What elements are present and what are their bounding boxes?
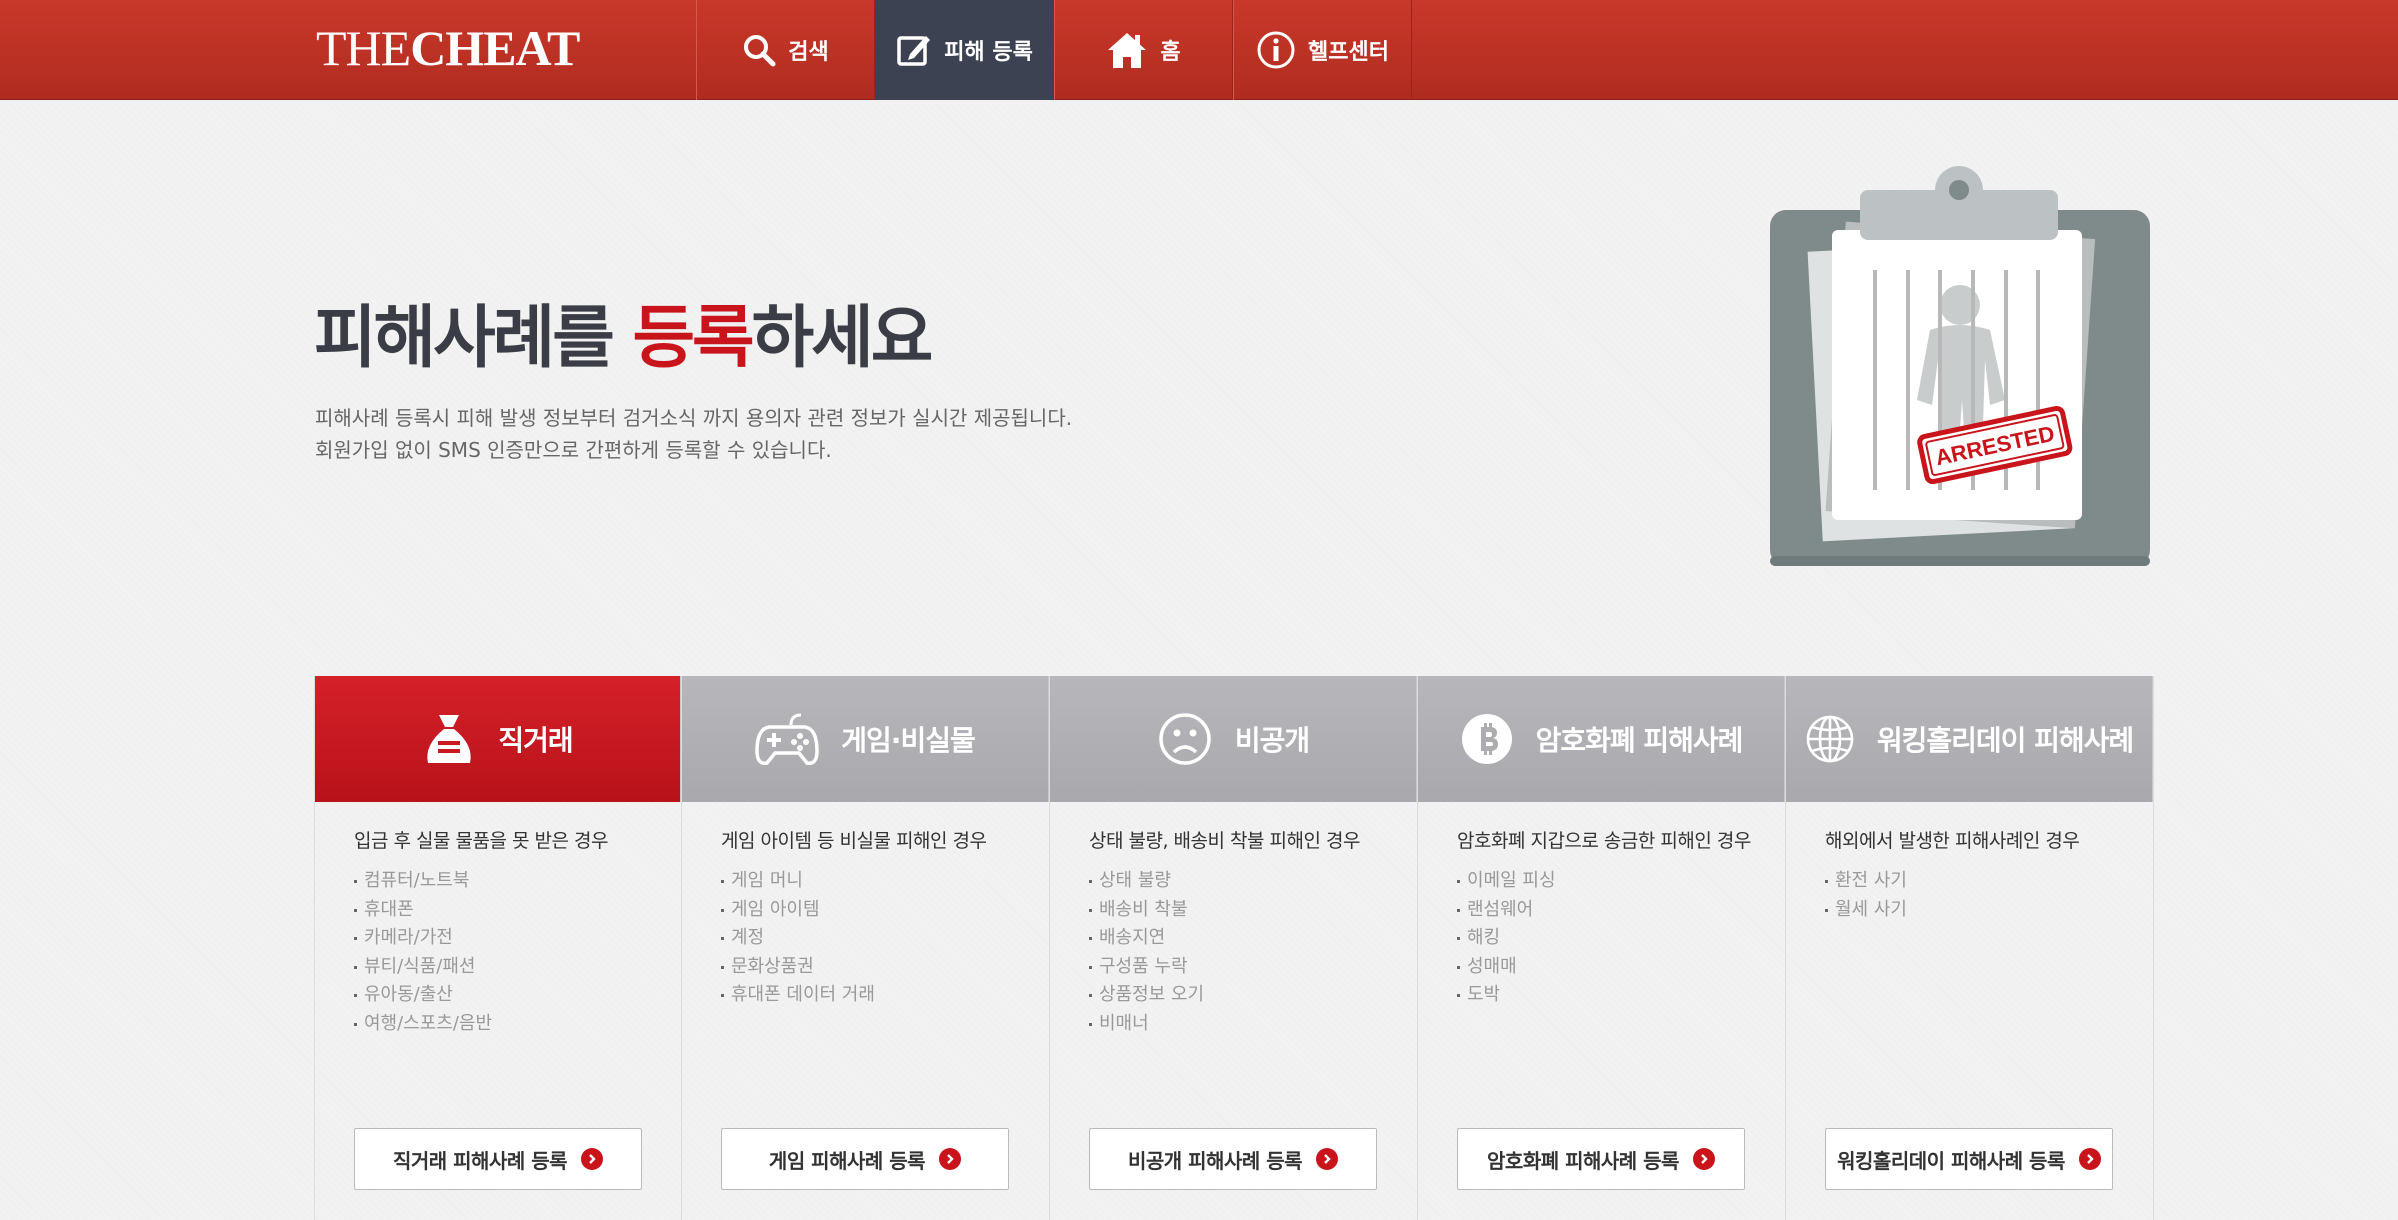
category-tab-working-holiday[interactable]: 워킹홀리데이 피해사례 [1786, 676, 2153, 802]
arrow-right-icon [581, 1148, 604, 1170]
category-subtitle: 입금 후 실물 물품을 못 받은 경우 [354, 830, 608, 852]
nav-home-label: 홈 [1160, 40, 1181, 65]
list-item: 월세 사기 [1825, 896, 2123, 925]
edit-icon [897, 36, 931, 66]
category-subtitle: 해외에서 발생한 피해사례인 경우 [1825, 830, 2080, 852]
list-item: 휴대폰 데이터 거래 [721, 981, 1019, 1010]
register-button-label: 게임 피해사례 등록 [768, 1148, 926, 1173]
damage-category-panels: 직거래 입금 후 실물 물품을 못 받은 경우 컴퓨터/노트북 휴대폰 카메라/… [314, 676, 2154, 1220]
register-button-label: 비공개 피해사례 등록 [1127, 1148, 1303, 1173]
info-icon [1257, 31, 1295, 69]
category-crypto: 암호화폐 피해사례 암호화폐 지갑으로 송금한 피해인 경우 이메일 피싱 랜섬… [1418, 676, 1786, 1220]
list-item: 문화상품권 [721, 953, 1019, 982]
category-subtitle: 게임 아이템 등 비실물 피해인 경우 [721, 830, 987, 852]
category-private: 비공개 상태 불량, 배송비 착불 피해인 경우 상태 불량 배송비 착불 배송… [1050, 676, 1418, 1220]
category-title: 비공개 [1234, 724, 1310, 757]
home-icon [1108, 33, 1147, 68]
gamepad-icon [755, 713, 820, 765]
nav-search[interactable]: 검색 [696, 0, 875, 100]
money-bag-icon [427, 715, 472, 763]
top-navigation-bar: THECHEAT 검색 피해 등록 홈 헬프센터 [0, 0, 2398, 100]
list-item: 컴퓨터/노트북 [354, 867, 651, 896]
category-item-list: 환전 사기 월세 사기 [1825, 867, 2123, 924]
arrow-right-icon [1692, 1148, 1715, 1170]
page-title: 피해사례를 등록하세요 [314, 282, 934, 381]
arrow-right-icon [2078, 1148, 2101, 1170]
list-item: 휴대폰 [354, 896, 651, 925]
register-button-label: 워킹홀리데이 피해사례 등록 [1837, 1148, 2065, 1173]
category-subtitle: 상태 불량, 배송비 착불 피해인 경우 [1089, 830, 1360, 852]
list-item: 상품정보 오기 [1089, 981, 1387, 1010]
register-working-holiday-button[interactable]: 워킹홀리데이 피해사례 등록 [1825, 1128, 2113, 1190]
description-line-2: 회원가입 없이 SMS 인증만으로 간편하게 등록할 수 있습니다. [315, 438, 832, 462]
list-item: 배송비 착불 [1089, 896, 1387, 925]
crypto-coin-icon [1461, 714, 1512, 764]
list-item: 이메일 피싱 [1457, 867, 1755, 896]
arrested-clipboard-illustration: ARRESTED [1770, 166, 2150, 566]
nav-help-center[interactable]: 헬프센터 [1233, 0, 1412, 100]
list-item: 구성품 누락 [1089, 953, 1387, 982]
nav-register-label: 피해 등록 [944, 40, 1033, 65]
category-title: 워킹홀리데이 피해사례 [1876, 724, 2134, 757]
category-title: 게임·비실물 [841, 724, 975, 757]
page-description: 피해사례 등록시 피해 발생 정보부터 검거소식 까지 용의자 관련 정보가 실… [315, 402, 1215, 466]
category-title: 직거래 [498, 724, 573, 757]
list-item: 도박 [1457, 981, 1755, 1010]
category-working-holiday: 워킹홀리데이 피해사례 해외에서 발생한 피해사례인 경우 환전 사기 월세 사… [1786, 676, 2154, 1220]
category-tab-private[interactable]: 비공개 [1050, 676, 1417, 802]
nav-register-damage[interactable]: 피해 등록 [875, 0, 1054, 100]
category-tab-crypto[interactable]: 암호화폐 피해사례 [1418, 676, 1785, 802]
list-item: 배송지연 [1089, 924, 1387, 953]
register-private-button[interactable]: 비공개 피해사례 등록 [1089, 1128, 1377, 1190]
register-crypto-button[interactable]: 암호화폐 피해사례 등록 [1457, 1128, 1745, 1190]
list-item: 카메라/가전 [354, 924, 651, 953]
title-part1: 피해사례를 [314, 299, 633, 378]
list-item: 게임 머니 [721, 867, 1019, 896]
list-item: 여행/스포츠/음반 [354, 1010, 651, 1039]
search-icon [744, 35, 776, 67]
site-logo[interactable]: THECHEAT [316, 18, 580, 78]
category-subtitle: 암호화폐 지갑으로 송금한 피해인 경우 [1457, 830, 1751, 852]
nav-search-label: 검색 [788, 40, 829, 65]
register-game-button[interactable]: 게임 피해사례 등록 [721, 1128, 1009, 1190]
logo-bold-text: CHEAT [410, 20, 580, 76]
list-item: 랜섬웨어 [1457, 896, 1755, 925]
category-tab-direct-trade[interactable]: 직거래 [315, 676, 681, 802]
list-item: 환전 사기 [1825, 867, 2123, 896]
main-nav: 검색 피해 등록 홈 헬프센터 [696, 0, 1412, 100]
category-tab-game[interactable]: 게임·비실물 [682, 676, 1049, 802]
arrow-right-icon [1316, 1148, 1339, 1170]
list-item: 계정 [721, 924, 1019, 953]
logo-light-text: THE [316, 20, 411, 76]
arrow-right-icon [939, 1148, 962, 1170]
category-item-list: 상태 불량 배송비 착불 배송지연 구성품 누락 상품정보 오기 비매너 [1089, 867, 1387, 1038]
register-direct-trade-button[interactable]: 직거래 피해사례 등록 [354, 1128, 642, 1190]
register-button-label: 직거래 피해사례 등록 [392, 1148, 568, 1173]
category-game: 게임·비실물 게임 아이템 등 비실물 피해인 경우 게임 머니 게임 아이템 … [682, 676, 1050, 1220]
nav-help-label: 헬프센터 [1308, 40, 1389, 65]
category-item-list: 게임 머니 게임 아이템 계정 문화상품권 휴대폰 데이터 거래 [721, 867, 1019, 1010]
title-highlight: 등록 [632, 299, 754, 378]
sad-face-icon [1159, 713, 1211, 765]
category-item-list: 이메일 피싱 랜섬웨어 해킹 성매매 도박 [1457, 867, 1755, 1010]
list-item: 해킹 [1457, 924, 1755, 953]
nav-home[interactable]: 홈 [1054, 0, 1233, 100]
list-item: 뷰티/식품/패션 [354, 953, 651, 982]
register-button-label: 암호화폐 피해사례 등록 [1487, 1148, 1679, 1173]
title-part2: 하세요 [751, 299, 934, 378]
list-item: 유아동/출산 [354, 981, 651, 1010]
category-title: 암호화폐 피해사례 [1535, 724, 1744, 757]
list-item: 상태 불량 [1089, 867, 1387, 896]
category-direct-trade: 직거래 입금 후 실물 물품을 못 받은 경우 컴퓨터/노트북 휴대폰 카메라/… [314, 676, 682, 1220]
list-item: 비매너 [1089, 1010, 1387, 1039]
description-line-1: 피해사례 등록시 피해 발생 정보부터 검거소식 까지 용의자 관련 정보가 실… [315, 406, 1073, 430]
category-item-list: 컴퓨터/노트북 휴대폰 카메라/가전 뷰티/식품/패션 유아동/출산 여행/스포… [354, 867, 651, 1038]
list-item: 게임 아이템 [721, 896, 1019, 925]
globe-icon [1806, 715, 1854, 763]
list-item: 성매매 [1457, 953, 1755, 982]
